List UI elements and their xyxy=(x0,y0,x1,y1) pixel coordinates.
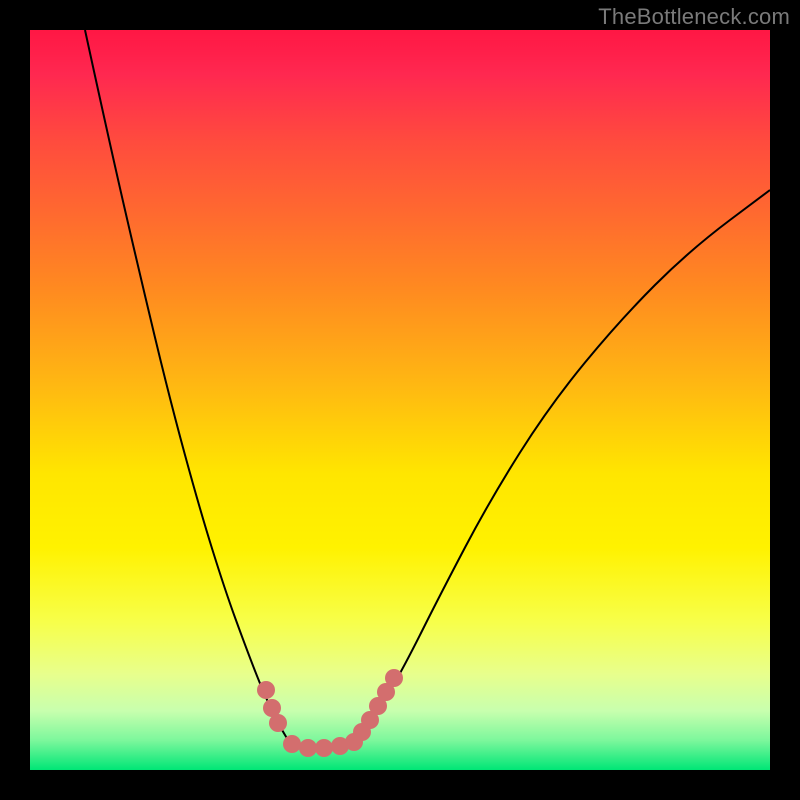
curve-marker xyxy=(385,669,403,687)
curve-marker xyxy=(315,739,333,757)
curve-marker xyxy=(299,739,317,757)
marker-group xyxy=(257,669,403,757)
curve-marker xyxy=(283,735,301,753)
curve-marker xyxy=(257,681,275,699)
curve-marker xyxy=(269,714,287,732)
plot-area xyxy=(30,30,770,770)
curve-layer xyxy=(30,30,770,770)
watermark-text: TheBottleneck.com xyxy=(598,4,790,30)
chart-frame: TheBottleneck.com xyxy=(0,0,800,800)
bottleneck-curve xyxy=(85,30,770,748)
